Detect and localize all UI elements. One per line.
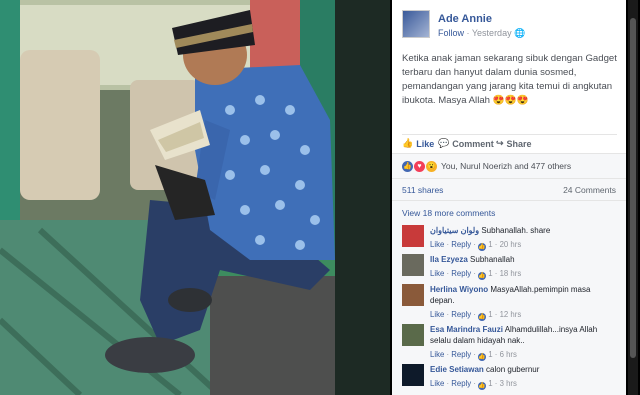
post-action-bar: 👍 Like 💬 Comment ↪ Share: [402, 134, 617, 150]
comment-like-number: 1: [488, 350, 493, 359]
mini-like-icon: 👍: [478, 313, 487, 321]
like-reaction-icon: 👍: [402, 160, 413, 172]
scrollbar-thumb[interactable]: [630, 18, 636, 358]
reactions-summary[interactable]: 👍 ♥ 😮 You, Nurul Noerizh and 477 others: [392, 153, 626, 179]
comment-like-number: 1: [488, 379, 493, 388]
comment-text: calon gubernur: [486, 365, 540, 374]
comment-like-count[interactable]: 👍 1: [478, 268, 493, 280]
comment-item: Edie Setiawan calon gubernur Like · Repl…: [402, 362, 622, 395]
love-reaction-icon: ♥: [414, 160, 425, 172]
commenter-name[interactable]: Edie Setiawan: [430, 365, 484, 374]
comment-icon: 💬: [438, 138, 450, 148]
mini-like-icon: 👍: [478, 272, 487, 280]
comment-reply-link[interactable]: Reply: [451, 240, 471, 249]
comment-body: Edie Setiawan calon gubernur Like · Repl…: [430, 364, 615, 390]
comment-actions: Like · Reply · 👍 1 · 18 hrs: [430, 268, 522, 280]
comment-text: Subhanallah: [470, 255, 515, 264]
comment-like-number: 1: [488, 240, 493, 249]
comment-item: Herlina Wiyono MasyaAllah.pemimpin masa …: [402, 282, 622, 321]
comments-count[interactable]: 24 Comments: [563, 185, 616, 195]
comment-actions: Like · Reply · 👍 1 · 20 hrs: [430, 239, 522, 251]
comment-body: ولوان سيتياوان Subhanallah. share Like ·…: [430, 225, 615, 251]
like-button[interactable]: 👍 Like: [402, 138, 434, 149]
comment-like-count[interactable]: 👍 1: [478, 309, 493, 321]
commenter-avatar[interactable]: [402, 225, 424, 247]
commenter-avatar[interactable]: [402, 284, 424, 306]
comment-time[interactable]: 20 hrs: [500, 240, 522, 249]
comment-reply-link[interactable]: Reply: [451, 269, 471, 278]
post-meta: Follow · Yesterday 🌐: [438, 28, 525, 39]
post-text: Ketika anak jaman sekarang sibuk dengan …: [402, 53, 617, 106]
comment-time[interactable]: 3 hrs: [500, 379, 517, 388]
comment-time[interactable]: 6 hrs: [500, 350, 517, 359]
photo-viewer: Ade Annie Follow · Yesterday 🌐 Ketika an…: [0, 0, 640, 395]
comment-time[interactable]: 12 hrs: [500, 310, 522, 319]
follow-link[interactable]: Follow: [438, 28, 464, 38]
comment-actions: Like · Reply · 👍 1 · 6 hrs: [430, 349, 517, 361]
comment-like-link[interactable]: Like: [430, 350, 444, 359]
like-label: Like: [416, 138, 435, 149]
comment-item: Esa Marindra Fauzi Alhamdulillah...insya…: [402, 322, 622, 361]
post-time[interactable]: Yesterday: [472, 28, 512, 38]
post-header: Ade Annie Follow · Yesterday 🌐: [402, 10, 622, 40]
comment-like-count[interactable]: 👍 1: [478, 349, 493, 361]
comment-like-link[interactable]: Like: [430, 379, 444, 388]
comment-like-count[interactable]: 👍 1: [478, 378, 493, 390]
reaction-names[interactable]: You, Nurul Noerizh and 477 others: [441, 161, 571, 171]
view-more-comments-link[interactable]: View 18 more comments: [402, 208, 495, 218]
mini-like-icon: 👍: [478, 382, 487, 390]
comment-like-link[interactable]: Like: [430, 269, 444, 278]
commenter-avatar[interactable]: [402, 324, 424, 346]
globe-icon: 🌐: [514, 28, 526, 38]
post-photo[interactable]: [0, 0, 390, 395]
commenter-avatar[interactable]: [402, 254, 424, 276]
share-button[interactable]: ↪ Share: [496, 138, 532, 149]
comment-text: Subhanallah. share: [481, 226, 551, 235]
commenter-name[interactable]: Ila Ezyeza: [430, 255, 468, 264]
thumbs-up-icon: 👍: [402, 138, 414, 148]
shares-count[interactable]: 511 shares: [402, 185, 443, 195]
mini-like-icon: 👍: [478, 353, 487, 361]
commenter-avatar[interactable]: [402, 364, 424, 386]
comment-body: Herlina Wiyono MasyaAllah.pemimpin masa …: [430, 284, 615, 321]
comments-section: View 18 more comments ولوان سيتياوان Sub…: [392, 201, 626, 395]
comment-actions: Like · Reply · 👍 1 · 12 hrs: [430, 309, 522, 321]
comment-actions: Like · Reply · 👍 1 · 3 hrs: [430, 378, 517, 390]
comment-reply-link[interactable]: Reply: [451, 379, 471, 388]
comment-time[interactable]: 18 hrs: [500, 269, 522, 278]
wow-reaction-icon: 😮: [426, 160, 437, 172]
panel-scrollbar[interactable]: [628, 0, 638, 395]
comment-like-number: 1: [488, 310, 493, 319]
post-panel: Ade Annie Follow · Yesterday 🌐 Ketika an…: [392, 0, 626, 395]
post-stats: 511 shares 24 Comments: [392, 179, 626, 201]
comment-like-count[interactable]: 👍 1: [478, 239, 493, 251]
comment-body: Ila Ezyeza Subhanallah Like · Reply · 👍 …: [430, 254, 615, 280]
commenter-name[interactable]: Esa Marindra Fauzi: [430, 325, 503, 334]
share-icon: ↪: [496, 138, 504, 148]
author-name[interactable]: Ade Annie: [438, 13, 492, 25]
comment-reply-link[interactable]: Reply: [451, 310, 471, 319]
comment-like-link[interactable]: Like: [430, 240, 444, 249]
author-avatar[interactable]: [402, 10, 430, 38]
comment-label: Comment: [452, 138, 494, 149]
comment-reply-link[interactable]: Reply: [451, 350, 471, 359]
commenter-name[interactable]: Herlina Wiyono: [430, 285, 488, 294]
comment-body: Esa Marindra Fauzi Alhamdulillah...insya…: [430, 324, 615, 361]
commenter-name[interactable]: ولوان سيتياوان: [430, 226, 479, 235]
share-label: Share: [506, 138, 532, 149]
comment-button[interactable]: 💬 Comment: [438, 138, 494, 149]
comment-like-link[interactable]: Like: [430, 310, 444, 319]
comment-like-number: 1: [488, 269, 493, 278]
mini-like-icon: 👍: [478, 243, 487, 251]
